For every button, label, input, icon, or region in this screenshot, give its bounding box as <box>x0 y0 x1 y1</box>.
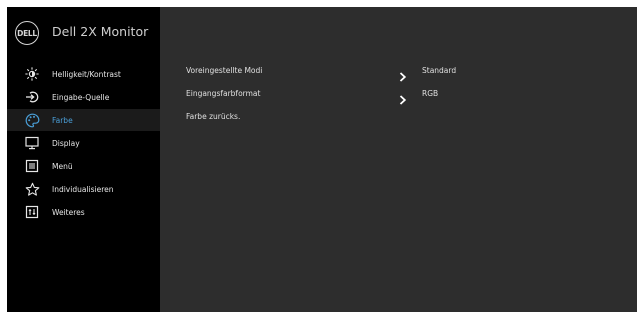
reset-color-label: Farbe zurücks. <box>186 112 241 121</box>
sidebar-item-display[interactable]: Display <box>7 132 160 154</box>
menu-icon <box>24 158 40 174</box>
sidebar-item-label: Helligkeit/Kontrast <box>52 69 121 79</box>
sidebar-item-menu[interactable]: Menü <box>7 155 160 177</box>
sidebar-item-label: Weiteres <box>52 207 85 217</box>
sidebar-item-label: Individualisieren <box>52 184 114 194</box>
others-icon <box>24 204 40 220</box>
input-color-format-value: RGB <box>422 89 439 98</box>
input-source-icon <box>24 89 40 105</box>
sidebar: DELL Dell 2X Monitor Helligkeit/Kontrast… <box>7 7 160 312</box>
sidebar-item-brightness-contrast[interactable]: Helligkeit/Kontrast <box>7 63 160 85</box>
sidebar-item-label: Display <box>52 138 80 148</box>
sidebar-item-label: Farbe <box>52 115 73 125</box>
brand-header: DELL Dell 2X Monitor <box>7 7 160 59</box>
logo-text: DELL <box>17 28 37 38</box>
monitor-title: Dell 2X Monitor <box>52 24 149 39</box>
color-settings-panel: Voreingestellte Modi Standard Eingangsfa… <box>160 7 637 312</box>
star-icon <box>24 181 40 197</box>
dell-logo: DELL <box>15 21 39 45</box>
preset-modes-label: Voreingestellte Modi <box>186 66 263 75</box>
chevron-right-icon <box>399 90 407 105</box>
monitor-osd: DELL Dell 2X Monitor Helligkeit/Kontrast… <box>7 7 637 312</box>
preset-modes-value: Standard <box>422 66 457 75</box>
preset-modes-row[interactable]: Voreingestellte Modi Standard <box>160 63 637 83</box>
sidebar-item-personalize[interactable]: Individualisieren <box>7 178 160 200</box>
brightness-icon <box>24 66 40 82</box>
sidebar-item-input-source[interactable]: Eingabe-Quelle <box>7 86 160 108</box>
sidebar-item-label: Eingabe-Quelle <box>52 92 110 102</box>
chevron-right-icon <box>399 67 407 82</box>
reset-color-row[interactable]: Farbe zurücks. <box>160 109 637 129</box>
sidebar-item-others[interactable]: Weiteres <box>7 201 160 223</box>
input-color-format-label: Eingangsfarbformat <box>186 89 261 98</box>
sidebar-item-label: Menü <box>52 161 73 171</box>
sidebar-item-color[interactable]: Farbe <box>7 109 160 131</box>
color-palette-icon <box>24 112 40 128</box>
display-icon <box>24 135 40 151</box>
input-color-format-row[interactable]: Eingangsfarbformat RGB <box>160 86 637 106</box>
